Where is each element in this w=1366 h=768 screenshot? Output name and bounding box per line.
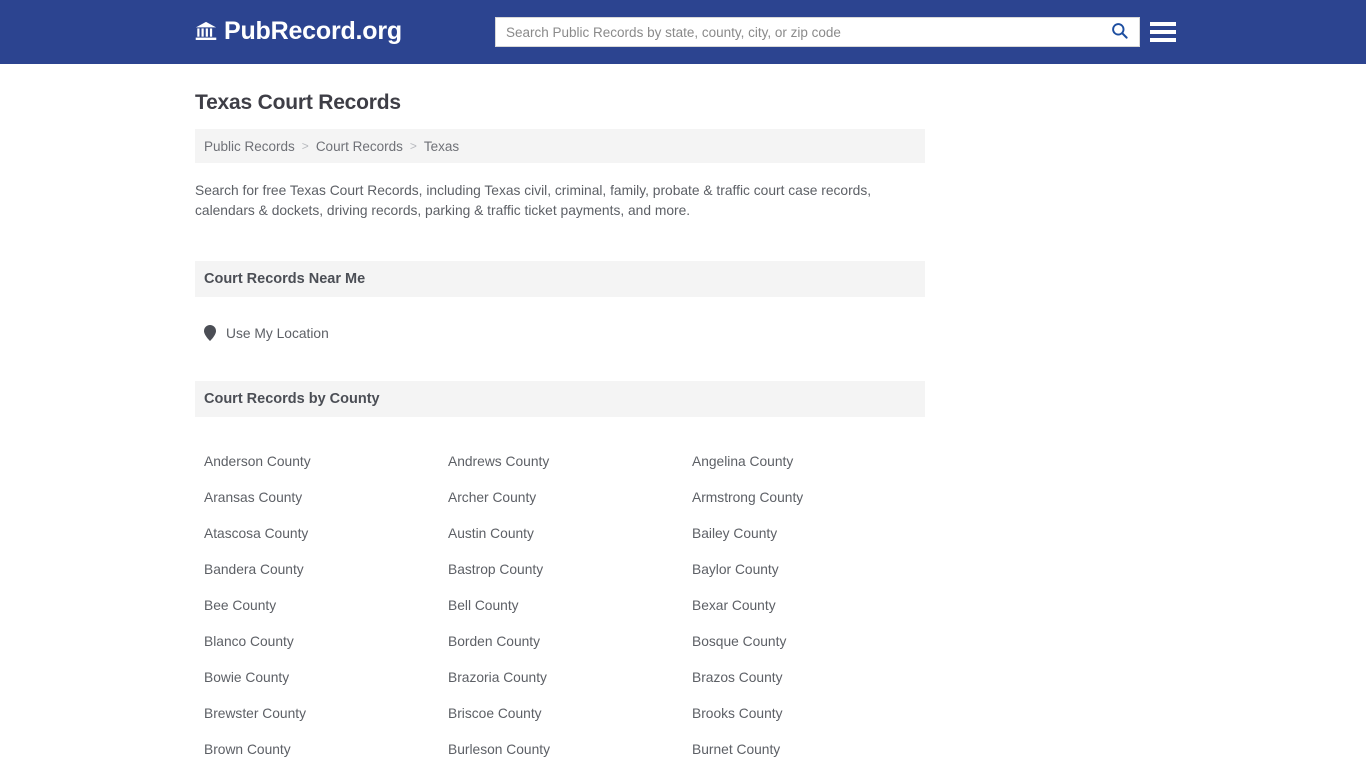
search-button[interactable] [1099,18,1139,46]
county-link[interactable]: Burnet County [692,732,936,768]
county-link[interactable]: Aransas County [204,480,448,516]
breadcrumb-item-court-records[interactable]: Court Records [316,139,403,154]
county-link[interactable]: Bee County [204,588,448,624]
county-link[interactable]: Andrews County [448,444,692,480]
search-input[interactable] [496,18,1099,46]
page-description: Search for free Texas Court Records, inc… [195,183,872,218]
bank-building-icon [195,20,217,42]
hamburger-menu-icon-bar-3 [1150,38,1176,42]
county-link[interactable]: Bowie County [204,660,448,696]
site-header: PubRecord.org [0,0,1366,64]
county-link[interactable]: Blanco County [204,624,448,660]
hamburger-menu-button[interactable] [1150,19,1176,45]
section-header-court-records-near-me: Court Records Near Me [195,261,925,297]
county-link[interactable]: Brewster County [204,696,448,732]
site-logo[interactable]: PubRecord.org [195,17,402,45]
county-link[interactable]: Briscoe County [448,696,692,732]
search-form [495,17,1140,47]
county-link[interactable]: Bosque County [692,624,936,660]
county-link[interactable]: Bexar County [692,588,936,624]
county-link[interactable]: Austin County [448,516,692,552]
hamburger-menu-icon [1150,22,1176,26]
county-link[interactable]: Angelina County [692,444,936,480]
hamburger-menu-icon-bar-2 [1150,30,1176,34]
map-pin-icon [204,325,216,341]
county-list: Anderson County Andrews County Angelina … [195,444,925,768]
county-link[interactable]: Bailey County [692,516,936,552]
search-icon [1110,21,1129,43]
county-link[interactable]: Anderson County [204,444,448,480]
county-link[interactable]: Brown County [204,732,448,768]
use-my-location-label: Use My Location [226,325,329,341]
county-link[interactable]: Brazos County [692,660,936,696]
breadcrumb-separator-2: > [409,139,417,153]
county-link[interactable]: Baylor County [692,552,936,588]
site-logo-text: PubRecord.org [224,17,402,45]
section-header-court-records-by-county: Court Records by County [195,381,925,417]
county-link[interactable]: Borden County [448,624,692,660]
main-content: Texas Court Records Public Records > Cou… [0,91,1366,768]
county-link[interactable]: Bastrop County [448,552,692,588]
page-title: Texas Court Records [195,91,401,114]
county-link[interactable]: Atascosa County [204,516,448,552]
county-link[interactable]: Brooks County [692,696,936,732]
county-link[interactable]: Burleson County [448,732,692,768]
breadcrumb-separator: > [301,139,309,153]
county-link[interactable]: Bandera County [204,552,448,588]
breadcrumb: Public Records > Court Records > Texas [195,129,925,163]
county-link[interactable]: Bell County [448,588,692,624]
breadcrumb-item-public-records[interactable]: Public Records [204,139,295,154]
county-link[interactable]: Brazoria County [448,660,692,696]
county-link[interactable]: Armstrong County [692,480,936,516]
county-link[interactable]: Archer County [448,480,692,516]
use-my-location-button[interactable]: Use My Location [195,325,925,341]
breadcrumb-item-texas: Texas [423,138,460,154]
